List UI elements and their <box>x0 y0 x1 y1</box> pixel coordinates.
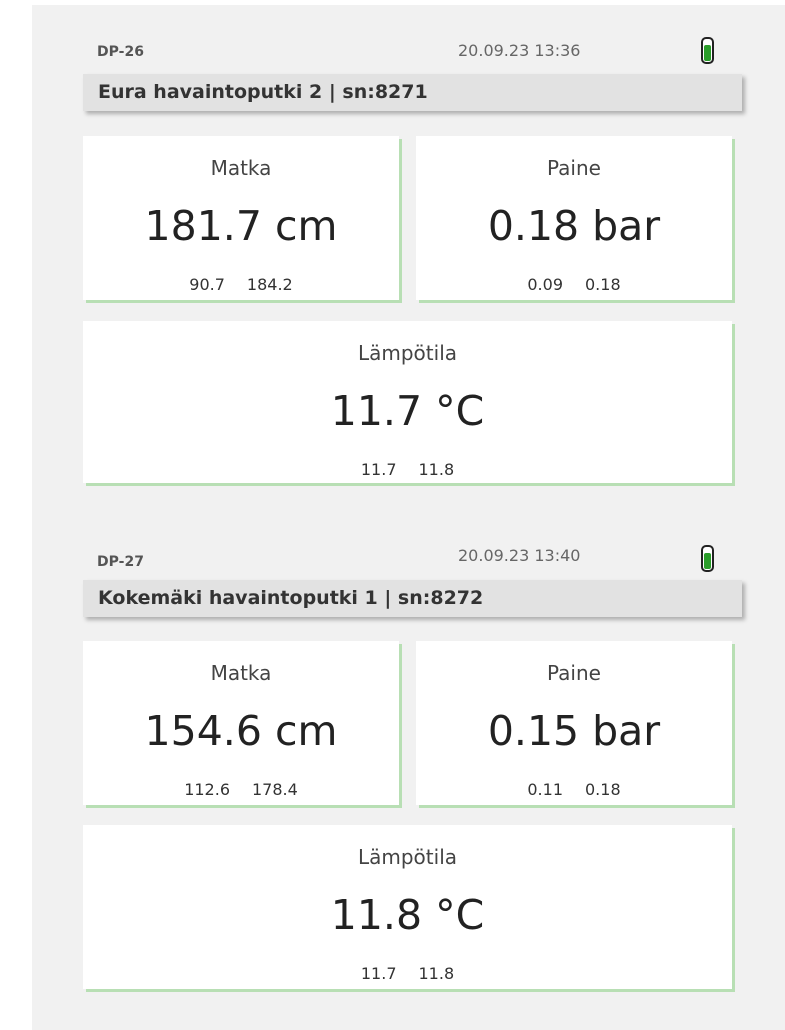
battery-icon <box>701 37 714 64</box>
tile-pressure[interactable]: Paine 0.18 bar 0.09 0.18 <box>416 136 732 300</box>
tile-max: 11.8 <box>418 964 455 983</box>
tile-pressure[interactable]: Paine 0.15 bar 0.11 0.18 <box>416 641 732 805</box>
tile-label: Lämpötila <box>357 341 458 365</box>
device-timestamp: 20.09.23 13:40 <box>458 546 581 565</box>
tile-minmax: 0.11 0.18 <box>416 780 732 799</box>
tile-label: Lämpötila <box>357 845 458 869</box>
tile-max: 178.4 <box>252 780 298 799</box>
tile-label: Paine <box>547 661 601 685</box>
tile-max: 184.2 <box>246 275 293 294</box>
tile-value: 11.7 °C <box>330 387 485 435</box>
tile-value: 0.15 bar <box>487 707 661 755</box>
tile-minmax: 90.7 184.2 <box>83 275 399 294</box>
tile-minmax: 11.7 11.8 <box>83 460 732 479</box>
battery-level <box>704 552 711 569</box>
tile-max: 0.18 <box>585 780 621 799</box>
device-id: DP-26 <box>97 44 144 60</box>
device-timestamp: 20.09.23 13:36 <box>458 41 581 60</box>
tile-value: 181.7 cm <box>144 202 338 250</box>
device-title[interactable]: Eura havaintoputki 2 | sn:8271 <box>83 74 742 111</box>
tile-min: 11.7 <box>360 964 397 983</box>
tile-min: 112.6 <box>184 780 230 799</box>
tile-minmax: 0.09 0.18 <box>416 275 732 294</box>
tile-max: 11.8 <box>418 460 455 479</box>
battery-icon <box>701 545 714 572</box>
tile-label: Paine <box>547 156 601 180</box>
tile-min: 90.7 <box>189 275 225 294</box>
battery-level <box>704 44 711 61</box>
tile-value: 154.6 cm <box>144 707 338 755</box>
tile-distance[interactable]: Matka 181.7 cm 90.7 184.2 <box>83 136 399 300</box>
tile-min: 11.7 <box>360 460 397 479</box>
device-id: DP-27 <box>97 554 144 570</box>
tile-min: 0.09 <box>527 275 563 294</box>
tile-minmax: 112.6 178.4 <box>83 780 399 799</box>
tile-distance[interactable]: Matka 154.6 cm 112.6 178.4 <box>83 641 399 805</box>
device-title[interactable]: Kokemäki havaintoputki 1 | sn:8272 <box>83 580 742 617</box>
tile-label: Matka <box>210 156 272 180</box>
tile-minmax: 11.7 11.8 <box>83 964 732 983</box>
tile-temperature[interactable]: Lämpötila 11.7 °C 11.7 11.8 <box>83 321 732 483</box>
tile-temperature[interactable]: Lämpötila 11.8 °C 11.7 11.8 <box>83 825 732 989</box>
tile-value: 11.8 °C <box>330 891 485 939</box>
tile-max: 0.18 <box>585 275 621 294</box>
tile-value: 0.18 bar <box>487 202 661 250</box>
tile-label: Matka <box>210 661 272 685</box>
tile-min: 0.11 <box>527 780 563 799</box>
